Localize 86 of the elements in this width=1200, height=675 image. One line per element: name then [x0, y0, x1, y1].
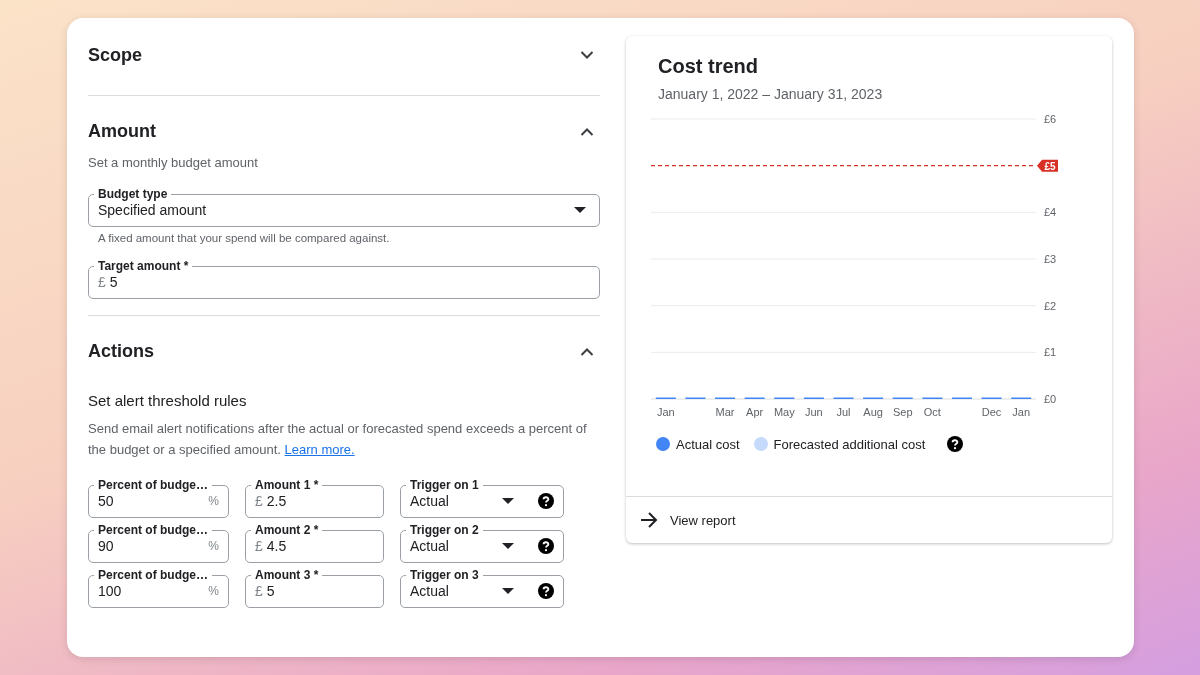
axis-label: £0	[1044, 393, 1057, 405]
help-icon[interactable]	[538, 538, 554, 554]
field-value: 100	[98, 583, 122, 599]
axis-label: Aug	[863, 406, 883, 418]
percent-suffix: %	[208, 584, 219, 598]
legend-dot	[656, 437, 670, 451]
field-label: Amount 2 *	[254, 523, 320, 537]
axis-label: £4	[1044, 206, 1057, 219]
help-icon[interactable]	[538, 583, 554, 599]
field-value: 90	[98, 538, 114, 554]
field-label: Trigger on 2	[409, 523, 480, 537]
percent-field[interactable]: Percent of budge… 100 %	[88, 568, 229, 608]
chart-title: Cost trend	[658, 55, 759, 78]
field-label: Target amount *	[97, 259, 190, 273]
description-text: Send email alert notifications after the actual or forecasted spend exceeds a percent of the budget or a specified amount. Learn more.	[88, 420, 588, 459]
currency-prefix: £	[255, 583, 263, 599]
amount-field[interactable]: Amount 3 * £ 5	[245, 568, 384, 608]
field-value: 2.5	[266, 493, 287, 509]
axis-label: Jul	[836, 406, 851, 418]
help-icon[interactable]	[538, 493, 554, 509]
axis-label: Dec	[981, 406, 1002, 418]
axis-label: £2	[1044, 299, 1057, 312]
legend-label: Actual cost	[676, 436, 740, 452]
subsection-title: Set alert threshold rules	[88, 392, 248, 409]
caret-icon	[502, 498, 514, 504]
axis-label: Apr	[746, 406, 764, 418]
axis-label: Mar	[715, 406, 735, 418]
amount-field[interactable]: Amount 1 * £ 2.5	[245, 478, 384, 518]
currency-prefix: £	[255, 538, 263, 554]
trigger-dropdown[interactable]: Trigger on 3 Actual	[400, 568, 564, 608]
dropdown-value: Specified amount	[98, 202, 208, 218]
date-range: January 1, 2022 – January 31, 2023	[658, 86, 884, 102]
percent-suffix: %	[208, 539, 219, 553]
caret-icon	[574, 207, 586, 213]
section-title: Amount	[88, 120, 156, 142]
helper-text: A fixed amount that your spend will be compared against.	[98, 232, 391, 244]
ref-line-label: £5	[1044, 160, 1056, 172]
legend-label: Forecasted additional cost	[773, 436, 926, 452]
amount-field[interactable]: Amount 2 * £ 4.5	[245, 523, 384, 563]
section-description: Set a monthly budget amount	[88, 155, 259, 170]
dropdown-value: Actual	[410, 538, 450, 554]
axis-label: Jan	[1012, 406, 1031, 418]
field-label: Trigger on 1	[409, 478, 480, 492]
help-icon[interactable]	[947, 436, 964, 452]
chevron-up-icon[interactable]	[580, 346, 594, 356]
budget-type-dropdown[interactable]: Budget type Specified amount	[88, 187, 600, 227]
axis-label: Oct	[923, 406, 941, 418]
axis-label: £3	[1044, 253, 1057, 265]
field-label: Percent of budge…	[97, 568, 209, 582]
currency-prefix: £	[255, 493, 263, 509]
axis-label: Jun	[805, 406, 823, 418]
axis-label: Jan	[656, 406, 675, 418]
section-title: Scope	[88, 44, 143, 66]
threshold-tag: £5	[1037, 159, 1058, 172]
learn-more-link[interactable]: Learn more.	[284, 442, 355, 457]
arrow-right-icon	[640, 512, 658, 528]
trigger-dropdown[interactable]: Trigger on 1 Actual	[400, 478, 564, 518]
field-label: Budget type	[97, 187, 169, 201]
axis-label: Sep	[892, 406, 913, 418]
field-value: 5	[109, 274, 118, 290]
field-label: Amount 3 *	[254, 568, 320, 582]
trigger-dropdown[interactable]: Trigger on 2 Actual	[400, 523, 564, 563]
field-value: 4.5	[266, 538, 287, 554]
view-report-link[interactable]: View report	[626, 496, 1112, 543]
caret-icon	[502, 543, 514, 549]
axis-label: £6	[1044, 113, 1057, 125]
target-amount-field[interactable]: Target amount * £ 5	[88, 259, 600, 299]
field-value: 50	[98, 493, 114, 509]
chevron-down-icon[interactable]	[580, 50, 594, 60]
percent-field[interactable]: Percent of budge… 90 %	[88, 523, 229, 563]
field-label: Amount 1 *	[254, 478, 320, 492]
field-label: Percent of budge…	[97, 478, 209, 492]
chevron-up-icon[interactable]	[580, 126, 594, 136]
field-label: Trigger on 3	[409, 568, 480, 582]
field-value: 5	[266, 583, 275, 599]
axis-label: £1	[1044, 346, 1057, 359]
axis-label: May	[773, 406, 795, 418]
dropdown-value: Actual	[410, 493, 450, 509]
field-label: Percent of budge…	[97, 523, 209, 537]
caret-icon	[502, 588, 514, 594]
currency-prefix: £	[98, 274, 106, 290]
legend-dot	[753, 437, 768, 451]
section-title: Actions	[88, 340, 154, 362]
percent-field[interactable]: Percent of budge… 50 %	[88, 478, 229, 518]
percent-suffix: %	[208, 494, 219, 508]
dropdown-value: Actual	[410, 583, 450, 599]
